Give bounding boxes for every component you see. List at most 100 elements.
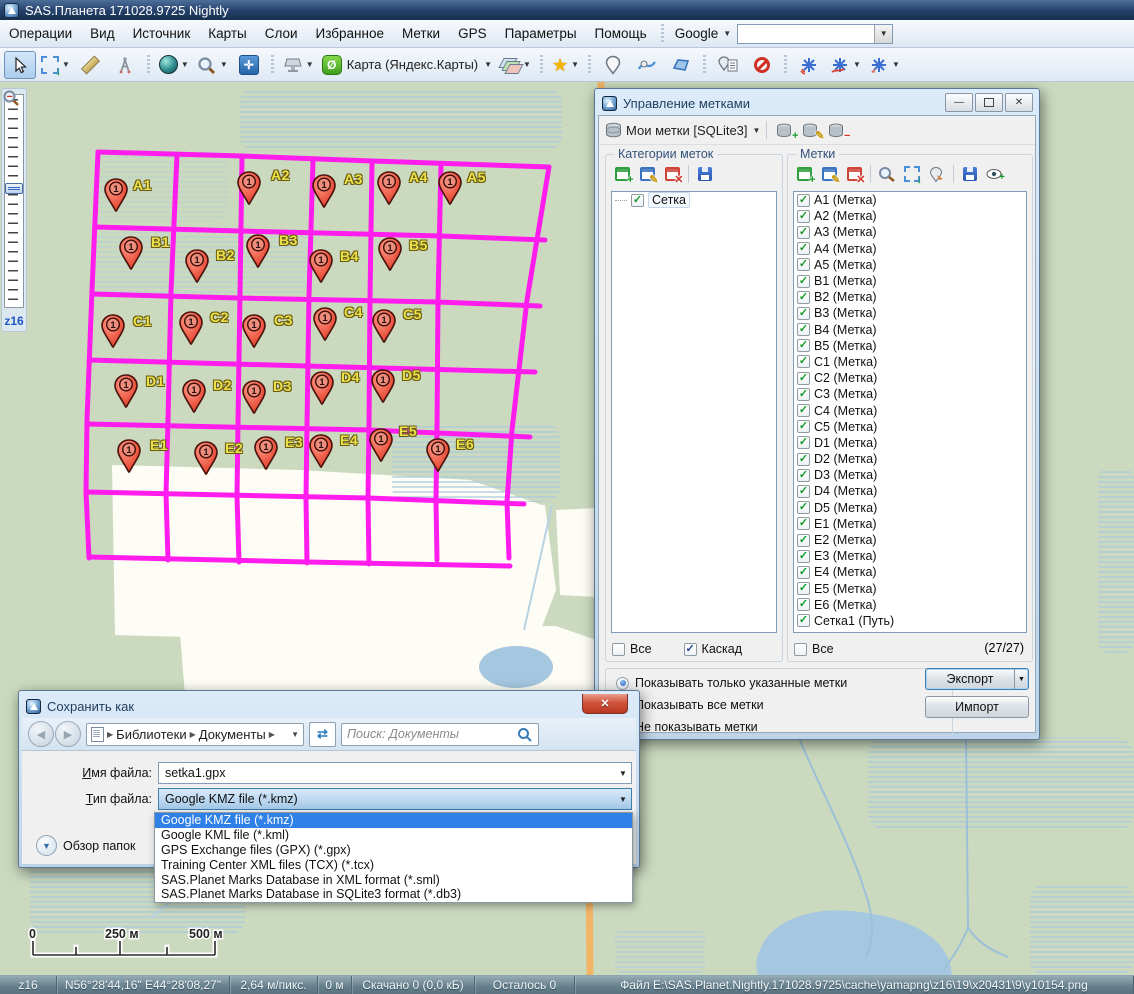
map-pin[interactable]: 1 xyxy=(371,369,395,403)
filetype-option[interactable]: Google KMZ file (*.kmz) xyxy=(155,813,632,828)
geosearch-input[interactable]: ▼ xyxy=(737,24,893,44)
radio-icon[interactable] xyxy=(616,677,629,690)
menu-item[interactable]: Карты xyxy=(199,22,255,45)
map-pin[interactable]: 1 xyxy=(312,174,336,208)
map-pin[interactable]: 1 xyxy=(372,309,396,343)
geosearch-dropdown-button[interactable]: ▼ xyxy=(874,25,892,43)
browse-folders-button[interactable]: ▼ Обзор папок xyxy=(36,835,136,856)
checkbox-checked[interactable] xyxy=(797,372,810,385)
checkbox-checked[interactable] xyxy=(797,614,810,627)
mark-list-item[interactable]: C3 (Метка) xyxy=(794,386,1026,402)
checkbox-checked[interactable] xyxy=(797,420,810,433)
checkbox-checked[interactable] xyxy=(797,566,810,579)
mark-list-item[interactable]: A1 (Метка) xyxy=(794,192,1026,208)
map-pin[interactable]: 1 xyxy=(246,234,270,268)
add-polygon-button[interactable] xyxy=(665,51,697,79)
checkbox-checked[interactable] xyxy=(797,194,810,207)
mark-list-item[interactable]: B5 (Метка) xyxy=(794,338,1026,354)
menu-item[interactable]: Избранное xyxy=(307,22,393,45)
mark-list-item[interactable]: B3 (Метка) xyxy=(794,305,1026,321)
export-dropdown-button[interactable]: ▼ xyxy=(1014,669,1028,689)
marks-db-selector[interactable]: Мои метки [SQLite3] xyxy=(626,123,748,138)
map-pin[interactable]: 1 xyxy=(237,171,261,205)
find-mark-button[interactable] xyxy=(876,163,898,185)
checkbox-checked[interactable] xyxy=(797,404,810,417)
menu-item[interactable]: Параметры xyxy=(496,22,586,45)
marks-list[interactable]: A1 (Метка)A2 (Метка)A3 (Метка)A4 (Метка)… xyxy=(793,191,1027,633)
filetype-option[interactable]: Training Center XML files (TCX) (*.tcx) xyxy=(155,857,632,872)
refresh-button[interactable]: ⇄ xyxy=(309,722,336,747)
zoom-tool[interactable]: ▼ xyxy=(194,51,231,79)
gps-connect-button[interactable] xyxy=(793,51,825,79)
checkbox-checked[interactable] xyxy=(797,307,810,320)
map-pin[interactable]: 1 xyxy=(309,434,333,468)
add-placemark-button[interactable] xyxy=(597,51,629,79)
filetype-select[interactable]: Google KMZ file (*.kmz) ▼ xyxy=(158,788,632,810)
marks-manager-titlebar[interactable]: Управление метками — ✕ xyxy=(598,92,1036,115)
menu-item[interactable]: GPS xyxy=(449,22,496,45)
add-category-button[interactable] xyxy=(611,163,633,185)
delete-category-button[interactable] xyxy=(661,163,683,185)
map-pin[interactable]: 1 xyxy=(369,428,393,462)
map-pin[interactable]: 1 xyxy=(179,311,203,345)
cascade-checkbox[interactable]: Каскад xyxy=(684,642,742,656)
map-pin[interactable]: 1 xyxy=(101,314,125,348)
filename-input[interactable]: setka1.gpx ▼ xyxy=(158,762,632,784)
display-option-radio[interactable]: Показывать все метки xyxy=(616,694,948,716)
mark-list-item[interactable]: E2 (Метка) xyxy=(794,532,1026,548)
checkbox-checked[interactable] xyxy=(797,582,810,595)
gps-goto-button[interactable]: ▼ xyxy=(866,51,903,79)
checkbox-checked[interactable] xyxy=(797,355,810,368)
view-3d-tool[interactable]: ▼ xyxy=(280,51,317,79)
map-pin[interactable]: 1 xyxy=(438,171,462,205)
filetype-option[interactable]: SAS.Planet Marks Database in SQLite3 for… xyxy=(155,887,632,902)
goto-mark-button[interactable] xyxy=(926,163,948,185)
mark-list-item[interactable]: E4 (Метка) xyxy=(794,564,1026,580)
checkbox-checked[interactable] xyxy=(797,501,810,514)
add-database-button[interactable]: + xyxy=(773,119,795,141)
mark-list-item[interactable]: D5 (Метка) xyxy=(794,500,1026,516)
search-provider-button[interactable]: Google ▼ xyxy=(669,23,737,44)
filename-dropdown-button[interactable]: ▼ xyxy=(615,763,631,783)
map-pin[interactable]: 1 xyxy=(119,236,143,270)
show-marks-button[interactable]: + xyxy=(984,163,1006,185)
checkbox-checked[interactable] xyxy=(797,226,810,239)
map-source-button[interactable]: Ø Карта (Яндекс.Карты) ▼ xyxy=(319,51,495,79)
mark-list-item[interactable]: C4 (Метка) xyxy=(794,402,1026,418)
menu-item[interactable]: Помощь xyxy=(586,22,656,45)
menu-item[interactable]: Метки xyxy=(393,22,449,45)
filetype-dropdown-button[interactable]: ▼ xyxy=(615,789,631,809)
mark-list-item[interactable]: A3 (Метка) xyxy=(794,224,1026,240)
mark-list-item[interactable]: D2 (Метка) xyxy=(794,451,1026,467)
category-tree-item[interactable]: Сетка xyxy=(612,192,776,208)
checkbox-checked[interactable] xyxy=(797,550,810,563)
delete-mark-button[interactable] xyxy=(843,163,865,185)
map-pin[interactable]: 1 xyxy=(242,380,266,414)
checkbox-checked[interactable] xyxy=(797,275,810,288)
checkbox-checked[interactable] xyxy=(797,598,810,611)
mark-list-item[interactable]: A2 (Метка) xyxy=(794,208,1026,224)
breadcrumb-item[interactable]: Документы xyxy=(199,727,266,742)
measure-tool[interactable] xyxy=(109,51,141,79)
close-button[interactable]: ✕ xyxy=(582,694,628,714)
zoom-slider-handle[interactable] xyxy=(5,183,23,194)
save-as-titlebar[interactable]: Сохранить как ✕ xyxy=(22,694,636,718)
layers-button[interactable]: ▼ xyxy=(497,51,534,79)
filetype-option[interactable]: Google KML file (*.kml) xyxy=(155,828,632,843)
checkbox-checked[interactable] xyxy=(797,323,810,336)
checkbox-checked[interactable] xyxy=(797,210,810,223)
mark-list-item[interactable]: D1 (Метка) xyxy=(794,435,1026,451)
checkbox-checked[interactable] xyxy=(797,534,810,547)
edit-category-button[interactable] xyxy=(636,163,658,185)
mark-list-item[interactable]: B2 (Метка) xyxy=(794,289,1026,305)
mark-list-item[interactable]: E1 (Метка) xyxy=(794,516,1026,532)
mark-list-item[interactable]: C1 (Метка) xyxy=(794,354,1026,370)
forward-button[interactable]: ▶ xyxy=(55,721,81,747)
mark-list-item[interactable]: C2 (Метка) xyxy=(794,370,1026,386)
filetype-option[interactable]: GPS Exchange files (GPX) (*.gpx) xyxy=(155,843,632,858)
marks-all-checkbox[interactable]: Все xyxy=(794,642,834,656)
map-pin[interactable]: 1 xyxy=(104,178,128,212)
mark-list-item[interactable]: D3 (Метка) xyxy=(794,467,1026,483)
checkbox-checked[interactable] xyxy=(797,388,810,401)
minimize-button[interactable]: — xyxy=(945,93,973,112)
